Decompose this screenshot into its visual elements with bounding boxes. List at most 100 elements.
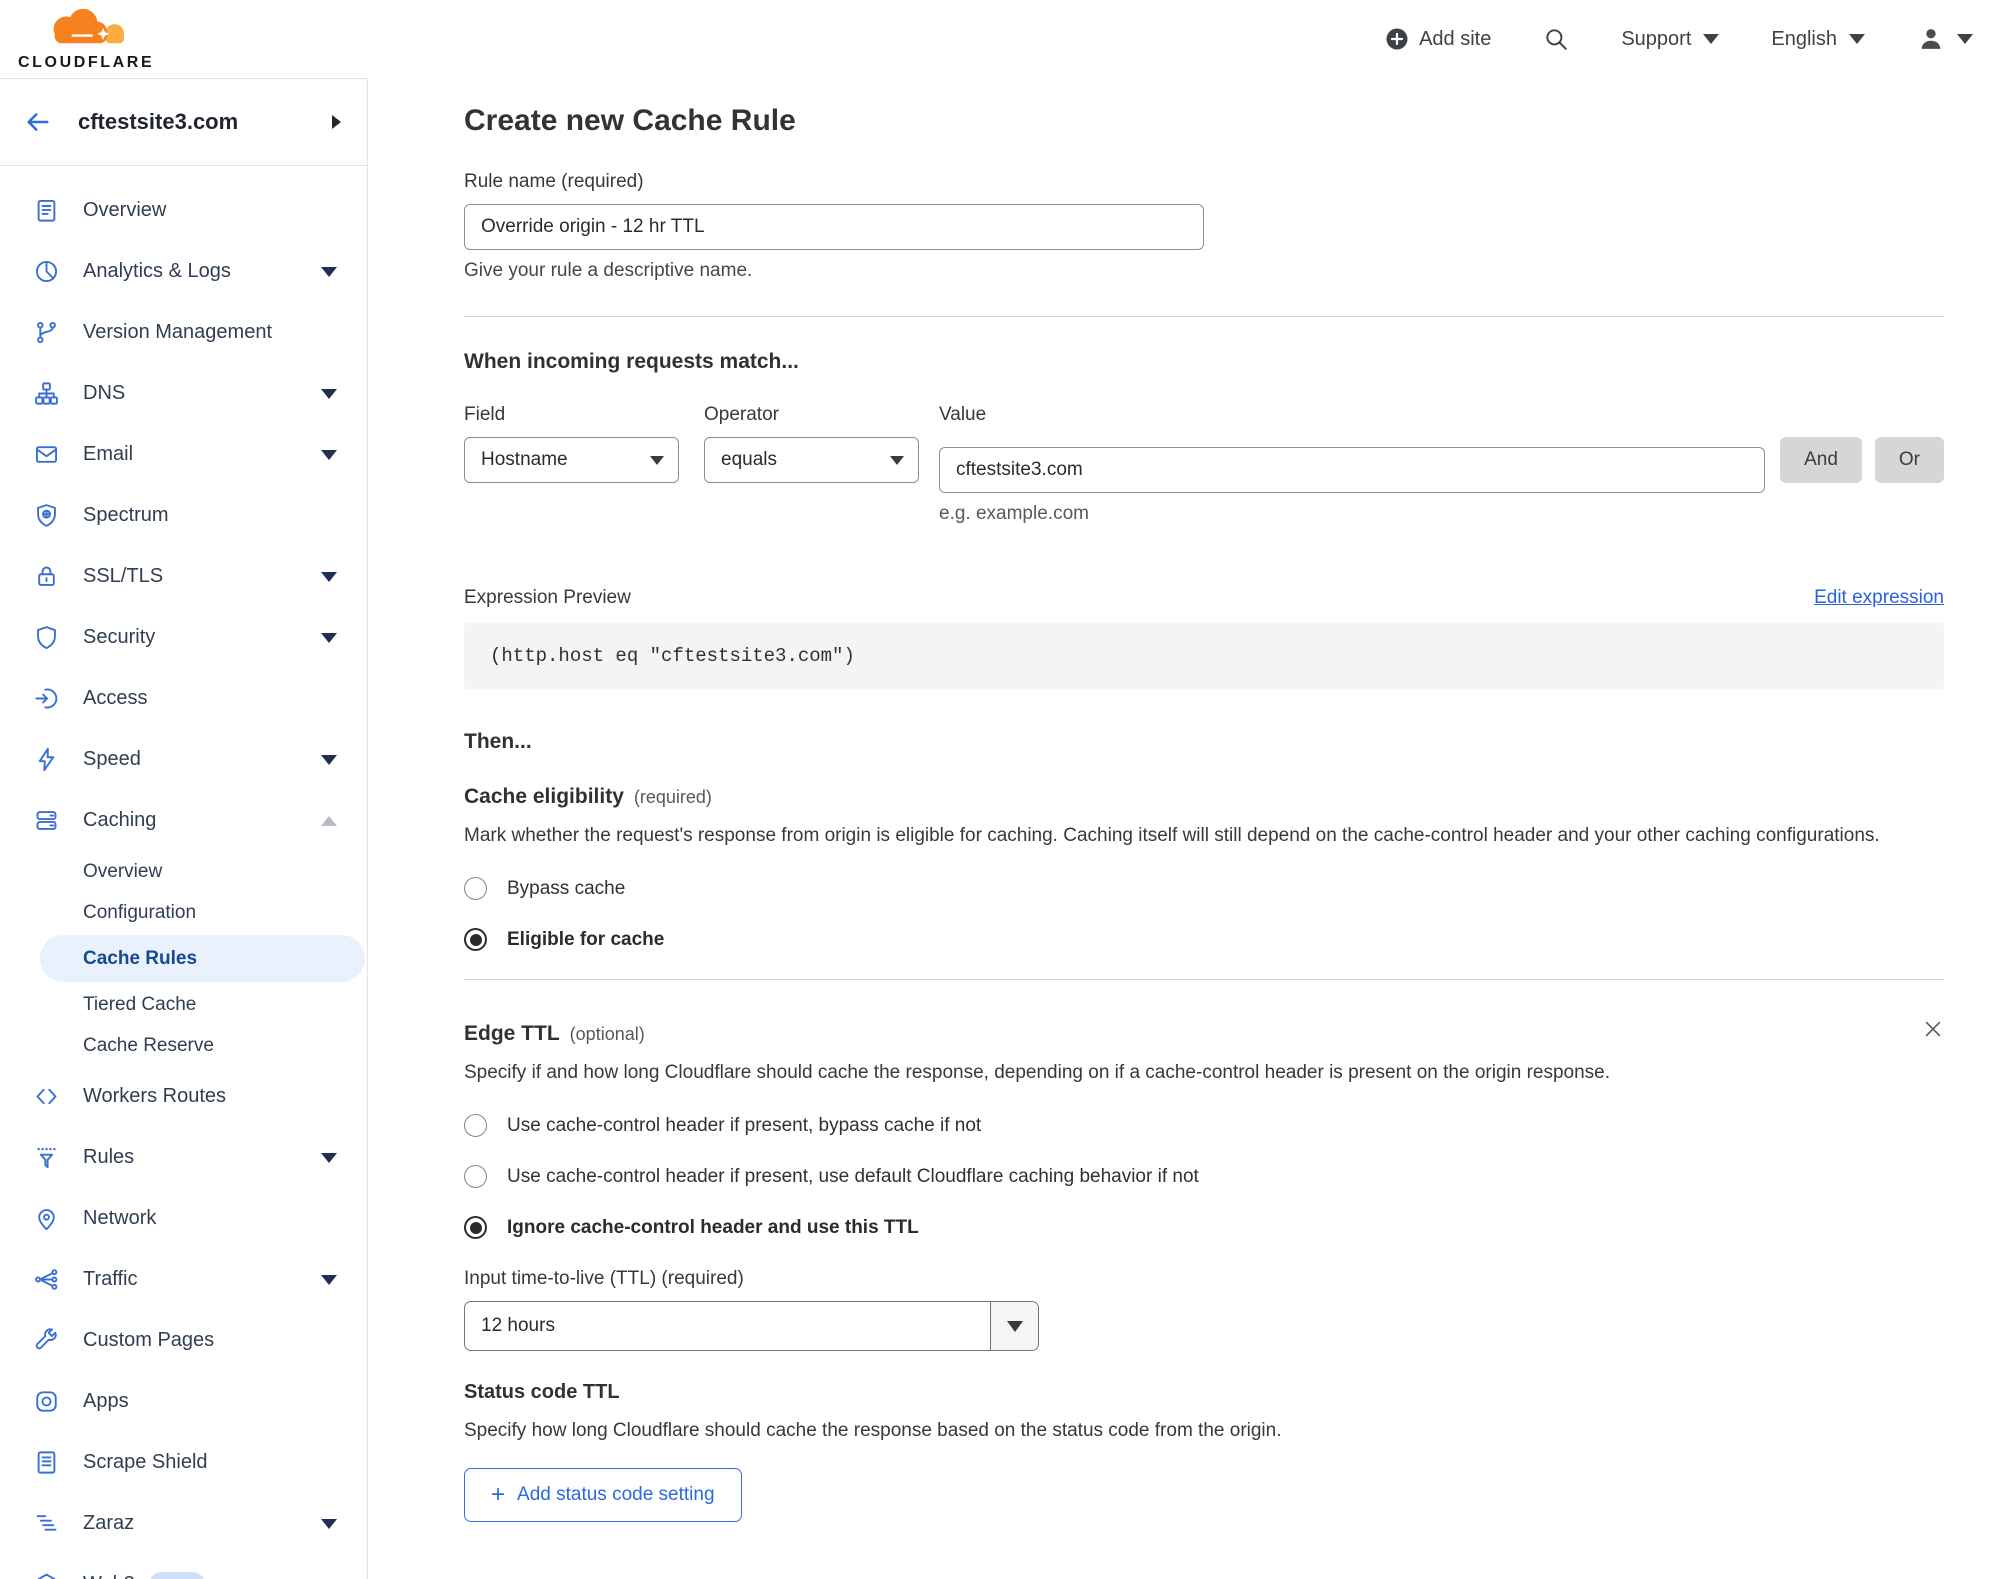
value-label: Value — [939, 404, 987, 425]
match-heading: When incoming requests match... — [464, 350, 799, 373]
edge-ttl-heading: Edge TTL — [464, 1022, 560, 1045]
and-button[interactable]: And — [1780, 437, 1862, 483]
search-icon[interactable] — [1543, 26, 1569, 52]
radio-selected-icon[interactable] — [464, 1216, 487, 1239]
sidebar-item-label: SSL/TLS — [83, 565, 164, 587]
radio-option-use-cache-control-header-if-present-bypa[interactable]: Use cache-control header if present, byp… — [464, 1114, 1944, 1137]
sidebar-item-custom-pages[interactable]: Custom Pages — [0, 1310, 367, 1371]
add-site-button[interactable]: Add site — [1385, 27, 1491, 51]
back-arrow-icon[interactable] — [24, 108, 52, 136]
value-column: Value e.g. example.com — [939, 403, 1766, 525]
sidebar-item-version-management[interactable]: Version Management — [0, 302, 367, 363]
radio-label: Eligible for cache — [507, 928, 665, 950]
rule-name-input[interactable] — [464, 204, 1204, 250]
ttl-select[interactable]: 12 hours — [464, 1301, 1039, 1351]
sidebar-item-label: Zaraz — [83, 1512, 135, 1534]
chevron-down-icon — [1703, 34, 1720, 44]
radio-option-bypass-cache[interactable]: Bypass cache — [464, 877, 1944, 900]
sidebar-item-analytics-logs[interactable]: Analytics & Logs — [0, 241, 367, 302]
sidebar: cftestsite3.com Overview Analytics & Logs… — [0, 78, 368, 1579]
edit-expression-link[interactable]: Edit expression — [1814, 587, 1944, 609]
sidebar-subitem-label: Cache Rules — [83, 947, 198, 969]
language-menu[interactable]: English — [1771, 28, 1865, 51]
sidebar-item-label: Workers Routes — [83, 1085, 227, 1107]
sidebar-item-label: Security — [83, 626, 156, 648]
cache-eligibility-heading: Cache eligibility — [464, 785, 624, 808]
radio-label: Use cache-control header if present, byp… — [507, 1114, 982, 1136]
sidebar-item-web3[interactable]: Web3 New — [0, 1554, 367, 1579]
wrench-icon — [33, 1327, 65, 1354]
sidebar-item-traffic[interactable]: Traffic — [0, 1249, 367, 1310]
radio-unselected-icon[interactable] — [464, 877, 487, 900]
sidebar-subitem-configuration[interactable]: Configuration — [0, 892, 367, 933]
plus-icon: + — [491, 1481, 506, 1508]
sidebar-item-label: Email — [83, 443, 134, 465]
sidebar-subitem-cache-rules[interactable]: Cache Rules — [40, 935, 365, 982]
sidebar-item-rules[interactable]: Rules — [0, 1127, 367, 1188]
new-badge: New — [148, 1572, 205, 1579]
shield-spectrum-icon — [33, 502, 65, 529]
cache-eligibility-description: Mark whether the request's response from… — [464, 825, 1880, 846]
sidebar-subitem-tiered-cache[interactable]: Tiered Cache — [0, 984, 367, 1025]
andor-buttons: And Or — [1780, 403, 1944, 483]
chevron-down-icon — [321, 632, 337, 643]
sidebar-item-label: Scrape Shield — [83, 1451, 208, 1473]
field-select-value: Hostname — [481, 449, 568, 470]
sidebar-subitem-overview[interactable]: Overview — [0, 851, 367, 892]
support-menu[interactable]: Support — [1621, 27, 1720, 51]
operator-select[interactable]: equals — [704, 437, 919, 483]
sidebar-item-apps[interactable]: Apps — [0, 1371, 367, 1432]
radio-option-eligible-for-cache[interactable]: Eligible for cache — [464, 928, 1944, 951]
account-menu[interactable] — [1917, 25, 1973, 53]
location-pin-icon — [33, 1205, 65, 1232]
pie-chart-icon — [33, 258, 65, 285]
sidebar-subitem-label: Overview — [83, 860, 163, 882]
radio-label: Bypass cache — [507, 877, 626, 899]
sidebar-item-overview[interactable]: Overview — [0, 180, 367, 241]
chevron-down-icon — [1957, 34, 1973, 44]
status-code-ttl-heading: Status code TTL — [464, 1381, 620, 1403]
then-heading: Then... — [464, 730, 532, 753]
sidebar-item-zaraz[interactable]: Zaraz — [0, 1493, 367, 1554]
sidebar-item-label: DNS — [83, 382, 126, 404]
chevron-right-icon[interactable] — [332, 115, 341, 129]
sidebar-subitem-label: Cache Reserve — [83, 1034, 214, 1056]
sidebar-item-network[interactable]: Network — [0, 1188, 367, 1249]
cloudflare-logo[interactable]: CLOUDFLARE — [18, 7, 154, 72]
radio-option-ignore-cache-control-header-and-use-this[interactable]: Ignore cache-control header and use this… — [464, 1216, 1944, 1239]
sidebar-item-ssl-tls[interactable]: SSL/TLS — [0, 546, 367, 607]
sidebar-subitem-label: Configuration — [83, 901, 197, 923]
chevron-up-icon — [321, 815, 337, 826]
sidebar-item-access[interactable]: Access — [0, 668, 367, 729]
radio-option-use-cache-control-header-if-present-use-[interactable]: Use cache-control header if present, use… — [464, 1165, 1944, 1188]
sidebar-item-spectrum[interactable]: Spectrum — [0, 485, 367, 546]
sidebar-item-caching[interactable]: Caching — [0, 790, 367, 851]
sidebar-item-label: Custom Pages — [83, 1329, 215, 1351]
sidebar-item-label: Overview — [83, 199, 167, 221]
value-input[interactable] — [939, 447, 1766, 493]
or-button[interactable]: Or — [1874, 437, 1944, 483]
radio-unselected-icon[interactable] — [464, 1165, 487, 1188]
ttl-select-dropdown-button[interactable] — [990, 1302, 1038, 1350]
sidebar-item-security[interactable]: Security — [0, 607, 367, 668]
cache-eligibility-header: Cache eligibility (required) — [464, 785, 1944, 809]
status-code-ttl-description: Specify how long Cloudflare should cache… — [464, 1420, 1282, 1441]
chevron-down-icon — [321, 388, 337, 399]
sidebar-item-label: Network — [83, 1207, 157, 1229]
sidebar-item-workers-routes[interactable]: Workers Routes — [0, 1066, 367, 1127]
login-arrow-icon — [33, 685, 65, 712]
support-label: Support — [1621, 27, 1692, 50]
radio-unselected-icon[interactable] — [464, 1114, 487, 1137]
close-icon[interactable] — [1922, 1018, 1944, 1040]
expression-code-block: (http.host eq "cftestsite3.com") — [464, 623, 1944, 689]
language-label: English — [1771, 27, 1837, 50]
sidebar-item-speed[interactable]: Speed — [0, 729, 367, 790]
shield-icon — [33, 624, 65, 651]
field-select[interactable]: Hostname — [464, 437, 679, 483]
sidebar-subitem-cache-reserve[interactable]: Cache Reserve — [0, 1025, 367, 1066]
sidebar-item-email[interactable]: Email — [0, 424, 367, 485]
radio-selected-icon[interactable] — [464, 928, 487, 951]
add-status-code-setting-button[interactable]: + Add status code setting — [464, 1468, 742, 1522]
sidebar-item-dns[interactable]: DNS — [0, 363, 367, 424]
sidebar-item-scrape-shield[interactable]: Scrape Shield — [0, 1432, 367, 1493]
